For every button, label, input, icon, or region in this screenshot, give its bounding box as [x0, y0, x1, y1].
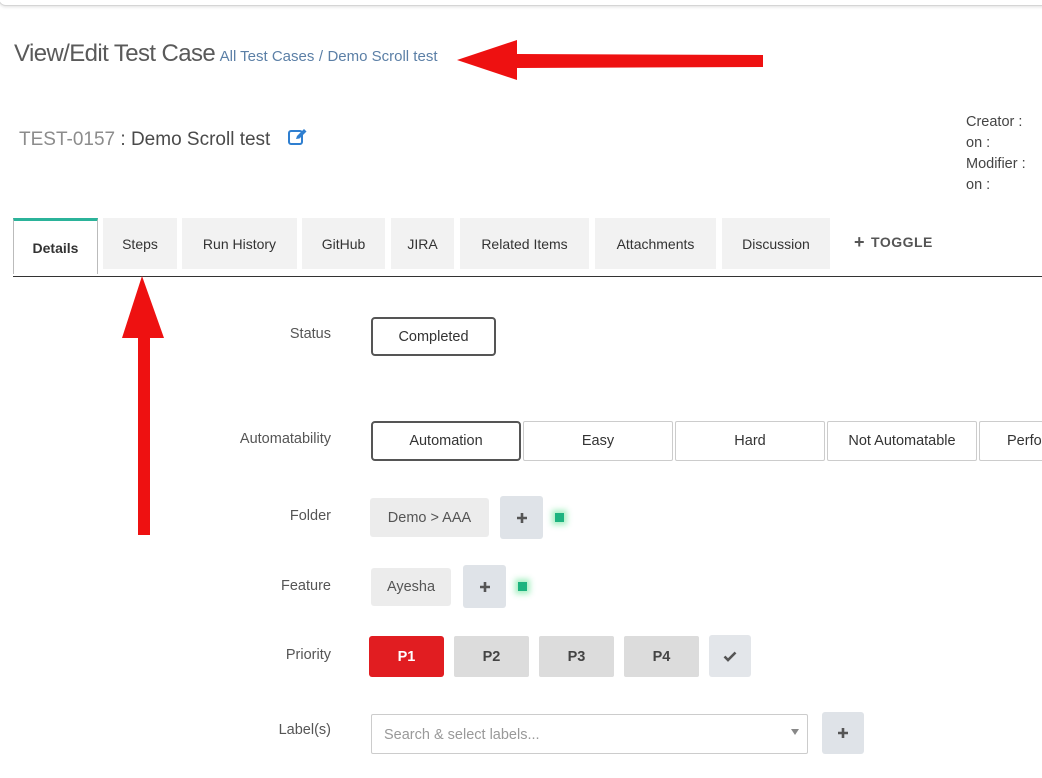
tab-related-items[interactable]: Related Items	[460, 218, 589, 269]
test-case-separator: :	[115, 129, 131, 150]
creator-on-label: on :	[966, 135, 991, 151]
check-icon	[723, 651, 737, 662]
add-feature-button[interactable]	[463, 565, 506, 608]
automatability-option-not-automatable[interactable]: Not Automatable	[827, 421, 977, 461]
priority-label: Priority	[285, 647, 331, 663]
automatability-option-automation[interactable]: Automation	[371, 421, 521, 461]
priority-p1-button[interactable]: P1	[369, 636, 444, 677]
automatability-option-hard[interactable]: Hard	[675, 421, 825, 461]
folder-status-indicator	[555, 513, 564, 522]
priority-p2-button[interactable]: P2	[454, 636, 529, 677]
tab-attachments[interactable]: Attachments	[595, 218, 716, 269]
add-folder-button[interactable]	[500, 496, 543, 539]
breadcrumb-all-test-cases[interactable]: All Test Cases	[220, 48, 315, 65]
test-case-id: TEST-0157	[19, 129, 116, 150]
tab-details[interactable]: Details	[13, 218, 98, 274]
status-label: Status	[289, 326, 331, 342]
tab-steps[interactable]: Steps	[103, 218, 177, 269]
add-label-button[interactable]	[822, 712, 864, 754]
labels-label: Label(s)	[278, 722, 331, 738]
feature-label: Feature	[281, 578, 331, 594]
automatability-option-perfo[interactable]: Perfo	[979, 421, 1042, 461]
page-title: View/Edit Test Case	[14, 40, 216, 67]
labels-search-input[interactable]	[382, 723, 776, 747]
annotation-arrow-horizontal	[457, 40, 763, 80]
toggle-label: TOGGLE	[871, 234, 933, 250]
breadcrumb-current[interactable]: Demo Scroll test	[327, 48, 437, 65]
page-heading: View/Edit Test Case All Test Cases / Dem…	[14, 40, 438, 68]
plus-icon: +	[854, 232, 866, 252]
priority-p4-button[interactable]: P4	[624, 636, 699, 677]
tab-run-history[interactable]: Run History	[182, 218, 297, 269]
plus-icon	[838, 728, 848, 738]
priority-p3-button[interactable]: P3	[539, 636, 614, 677]
test-case-name: Demo Scroll test	[130, 129, 271, 150]
modifier-label: Modifier :	[966, 156, 1026, 172]
tab-discussion[interactable]: Discussion	[722, 218, 830, 269]
feature-chip[interactable]: Ayesha	[371, 568, 451, 606]
annotation-arrow-vertical	[122, 276, 164, 535]
plus-icon	[516, 512, 527, 523]
window-top-edge	[0, 0, 1042, 6]
meta-info: Creator : on : Modifier : on :	[966, 112, 1026, 196]
breadcrumb-separator: /	[318, 48, 323, 65]
tab-jira[interactable]: JIRA	[391, 218, 454, 269]
test-case-title: TEST-0157 : Demo Scroll test	[19, 128, 308, 152]
modifier-on-label: on :	[966, 177, 991, 193]
folder-chip[interactable]: Demo > AAA	[370, 498, 489, 537]
folder-label: Folder	[289, 508, 331, 524]
tab-bar: Details Steps Run History GitHub JIRA Re…	[13, 218, 1042, 277]
chevron-down-icon[interactable]	[791, 729, 799, 735]
automatability-label: Automatability	[239, 431, 331, 447]
labels-select[interactable]	[371, 714, 808, 754]
creator-label: Creator :	[966, 114, 1023, 130]
priority-confirm-button[interactable]	[709, 635, 751, 677]
automatability-option-easy[interactable]: Easy	[523, 421, 673, 461]
toggle-button[interactable]: + TOGGLE	[854, 232, 933, 253]
status-button[interactable]: Completed	[371, 317, 496, 356]
tab-github[interactable]: GitHub	[302, 218, 385, 269]
plus-icon	[479, 581, 490, 592]
feature-status-indicator	[518, 582, 527, 591]
edit-icon[interactable]	[287, 128, 308, 152]
